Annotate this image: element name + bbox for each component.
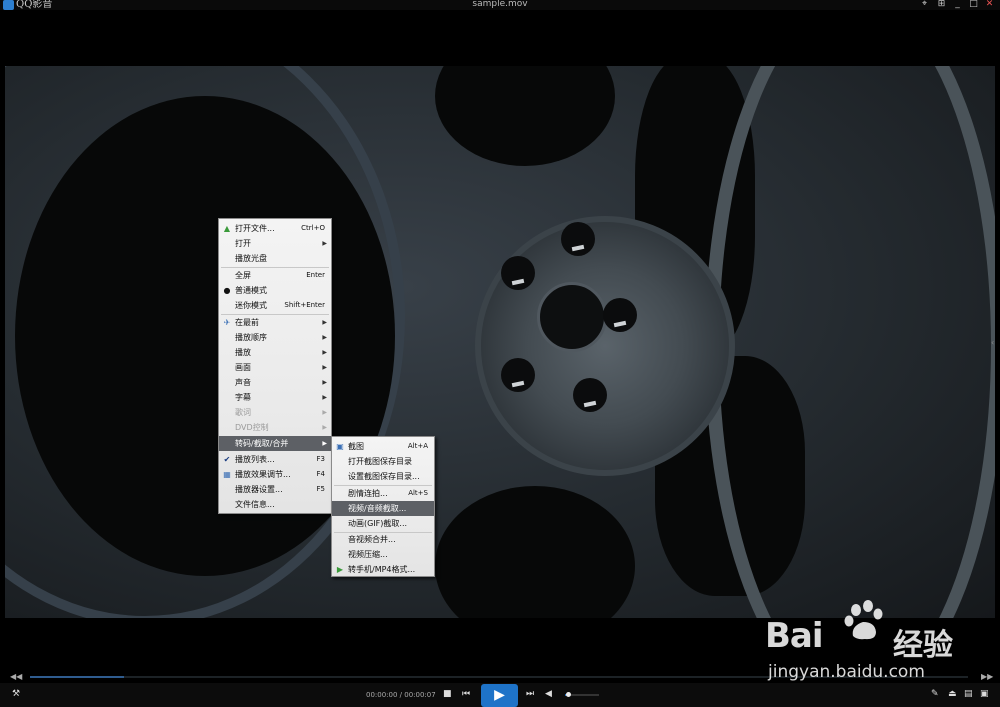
menu-item-playlist[interactable]: ✔ 播放列表... F3: [219, 452, 331, 467]
submenu-item-video-compress[interactable]: 视频压缩...: [332, 547, 434, 562]
watermark-brand: Bai: [765, 616, 824, 656]
watermark-brand-suffix: 经验: [893, 628, 953, 663]
submenu-arrow-icon: ▶: [322, 240, 327, 247]
fullscreen-icon[interactable]: ▣: [980, 689, 989, 699]
menu-item-play[interactable]: 播放 ▶: [219, 345, 331, 360]
menu-item-player-settings[interactable]: 播放器设置... F5: [219, 482, 331, 497]
menu-item-audio[interactable]: 声音 ▶: [219, 375, 331, 390]
submenu-arrow-icon: ▶: [322, 319, 327, 326]
menu-item-open-file[interactable]: ▲ 打开文件... Ctrl+O: [219, 221, 331, 236]
control-bar: ⚒ 00:00:00 / 00:00:07 ■ ⏮ ▶ ⏭ ◀ ✎ ⏏ ▤ ▣: [0, 683, 1000, 707]
submenu-arrow-icon: ▶: [322, 424, 327, 431]
reel-bolt: [603, 298, 637, 332]
play-button[interactable]: ▶: [481, 684, 518, 707]
pin-window-button[interactable]: ⊞: [936, 0, 947, 9]
menu-item-lyrics: 歌词 ▶: [219, 405, 331, 420]
reel-bolt: [501, 256, 535, 290]
next-button[interactable]: ⏭: [526, 689, 534, 699]
menu-item-normal-mode[interactable]: ● 普通模式: [219, 283, 331, 298]
previous-button[interactable]: ⏮: [462, 689, 470, 699]
submenu-item-av-merge[interactable]: 音视频合并...: [332, 532, 434, 547]
title-bar: QQ影音 sample.mov ⌖ ⊞ _ □ ✕: [0, 0, 1000, 10]
pin-icon: ✈: [223, 318, 231, 327]
menu-item-effects[interactable]: ▦ 播放效果调节... F4: [219, 467, 331, 482]
menu-item-play-order[interactable]: 播放顺序 ▶: [219, 330, 331, 345]
window-title: sample.mov: [472, 0, 528, 9]
menu-item-mini-mode[interactable]: 迷你模式 Shift+Enter: [219, 298, 331, 313]
video-frame[interactable]: [5, 66, 995, 618]
screenshot-icon: ▣: [336, 442, 344, 451]
submenu-item-gif-clip[interactable]: 动画(GIF)截取...: [332, 516, 434, 531]
reel-hub-center: [537, 282, 607, 352]
checkmark-icon: ✔: [223, 455, 231, 464]
submenu-item-convert-mp4[interactable]: ▶ 转手机/MP4格式...: [332, 562, 434, 577]
menu-item-picture[interactable]: 画面 ▶: [219, 360, 331, 375]
watermark-url: jingyan.baidu.com: [768, 662, 925, 682]
baidu-paw-logo: [844, 600, 883, 640]
submenu-arrow-icon: ▶: [322, 440, 327, 447]
maximize-button[interactable]: □: [968, 0, 979, 9]
stop-button[interactable]: ■: [443, 689, 452, 699]
convert-icon: ▶: [336, 565, 344, 574]
volume-slider-handle[interactable]: [566, 692, 571, 697]
menu-item-transcode[interactable]: 转码/截取/合并 ▶: [219, 436, 331, 451]
reel-hub: [475, 216, 735, 476]
submenu-arrow-icon: ▶: [322, 349, 327, 356]
side-panel-toggle-icon[interactable]: ‹: [991, 338, 994, 347]
menu-item-always-on-top[interactable]: ✈ 在最前 ▶: [219, 315, 331, 330]
submenu-item-set-screenshot-dir[interactable]: 设置截图保存目录...: [332, 469, 434, 484]
submenu-item-open-screenshot-dir[interactable]: 打开截图保存目录: [332, 454, 434, 469]
submenu-arrow-icon: ▶: [322, 334, 327, 341]
reel-bolt: [501, 358, 535, 392]
reel-bolt: [561, 222, 595, 256]
radio-dot-icon: ●: [223, 286, 231, 295]
submenu-arrow-icon: ▶: [322, 379, 327, 386]
eject-icon[interactable]: ⏏: [948, 689, 957, 699]
menu-item-open[interactable]: 打开 ▶: [219, 236, 331, 251]
transcode-submenu: ▣ 截图 Alt+A 打开截图保存目录 设置截图保存目录... 剧情连拍... …: [331, 436, 435, 577]
submenu-item-av-clip[interactable]: 视频/音频截取...: [332, 501, 434, 516]
settings-wrench-icon[interactable]: ✎: [931, 689, 939, 699]
fast-forward-button[interactable]: ▶▶: [981, 672, 993, 682]
minimize-button[interactable]: _: [952, 0, 963, 9]
menu-item-play-disc[interactable]: 播放光盘: [219, 251, 331, 266]
submenu-arrow-icon: ▶: [322, 364, 327, 371]
menu-item-fullscreen[interactable]: 全屏 Enter: [219, 268, 331, 283]
volume-icon[interactable]: ◀: [545, 689, 552, 699]
submenu-item-burst-shots[interactable]: 剧情连拍... Alt+S: [332, 486, 434, 501]
effects-icon: ▦: [223, 470, 231, 479]
menu-item-dvd-control: DVD控制 ▶: [219, 420, 331, 435]
open-file-icon: ▲: [223, 224, 231, 233]
reel-outer-rim: [705, 66, 995, 618]
context-menu: ▲ 打开文件... Ctrl+O 打开 ▶ 播放光盘 全屏 Enter ● 普通…: [218, 218, 332, 514]
submenu-arrow-icon: ▶: [322, 409, 327, 416]
tools-icon[interactable]: ⚒: [12, 689, 20, 699]
playlist-icon[interactable]: ▤: [964, 689, 973, 699]
seek-progress: [30, 676, 124, 678]
submenu-arrow-icon: ▶: [322, 394, 327, 401]
feedback-icon[interactable]: ⌖: [919, 0, 930, 9]
time-display: 00:00:00 / 00:00:07: [366, 691, 436, 699]
submenu-item-screenshot[interactable]: ▣ 截图 Alt+A: [332, 439, 434, 454]
reel-bolt: [573, 378, 607, 412]
close-button[interactable]: ✕: [984, 0, 995, 9]
menu-item-file-info[interactable]: 文件信息...: [219, 497, 331, 512]
menu-item-subtitles[interactable]: 字幕 ▶: [219, 390, 331, 405]
rewind-button[interactable]: ◀◀: [10, 672, 22, 682]
